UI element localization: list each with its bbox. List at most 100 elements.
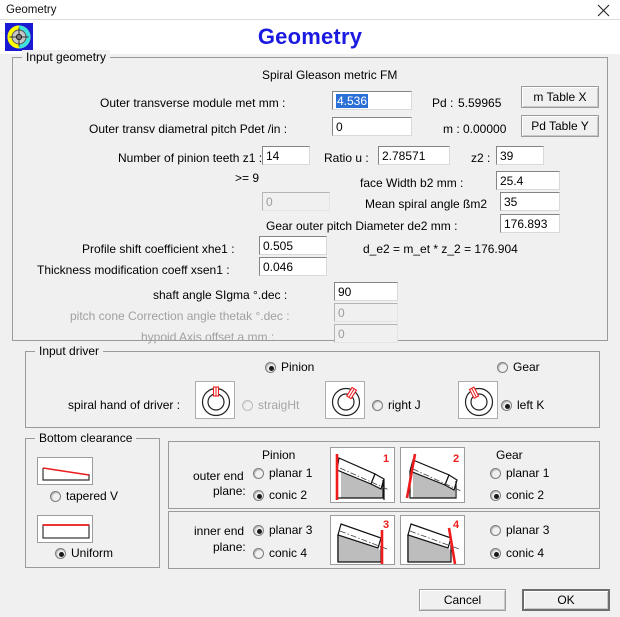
inner-gear-planar-radio[interactable]: planar 3 <box>490 523 549 537</box>
bottom-clearance-legend: Bottom clearance <box>35 431 137 445</box>
outer-gear-planar-label: planar 1 <box>506 466 550 480</box>
tapered-clearance-icon[interactable] <box>37 457 93 485</box>
ratio-input[interactable]: 2.78571 <box>378 146 450 165</box>
m-table-button[interactable]: m Table X <box>521 86 599 108</box>
bm2-input-value: 35 <box>504 194 518 209</box>
radio-dot <box>372 399 383 411</box>
outer-pinion-planar-label: planar 1 <box>269 466 313 480</box>
pd-table-button[interactable]: Pd Table Y <box>521 115 599 137</box>
gear-straight-icon[interactable] <box>195 381 235 419</box>
spiral-straight-label: straigHt <box>258 398 300 412</box>
pd-readout-label: Pd : <box>432 96 454 110</box>
m-readout-label: m : <box>443 122 460 136</box>
b2-input[interactable]: 25.4 <box>496 171 560 190</box>
bm2-input[interactable]: 35 <box>500 192 560 211</box>
ratio-input-value: 2.78571 <box>382 148 426 163</box>
sigma-label: shaft angle SIgma °.dec : <box>153 288 288 302</box>
input-geometry-legend: Input geometry <box>22 50 111 64</box>
inner-gear-conic-radio[interactable]: conic 4 <box>490 546 544 560</box>
inner-pinion-planar-radio[interactable]: planar 3 <box>253 523 312 537</box>
bm2-label: Mean spiral angle ßm2 <box>365 197 488 211</box>
outer-pinion-diagram[interactable]: 1 <box>330 447 395 503</box>
outer-row-label-2: plane: <box>213 484 246 498</box>
sigma-input[interactable]: 90 <box>334 282 398 301</box>
spiral-right-radio[interactable]: right J <box>372 398 421 412</box>
radio-dot <box>50 490 61 502</box>
inner-pinion-diagram-number: 3 <box>383 519 389 531</box>
close-button[interactable] <box>590 0 616 20</box>
outer-pinion-conic-radio[interactable]: conic 2 <box>253 488 307 502</box>
spiral-left-label: left K <box>517 398 545 412</box>
radio-dot <box>253 489 264 501</box>
xhe1-input[interactable]: 0.505 <box>259 236 327 255</box>
radio-dot <box>501 399 512 411</box>
de2-label: Gear outer pitch Diameter de2 mm : <box>266 219 458 233</box>
gear-right-hand-icon[interactable] <box>325 381 365 419</box>
radio-dot <box>490 489 501 501</box>
de2-formula: d_e2 = m_et * z_2 = 176.904 <box>363 242 518 256</box>
spiral-hand-label: spiral hand of driver : <box>68 398 181 412</box>
radio-dot <box>490 547 501 559</box>
ok-button[interactable]: OK <box>522 589 610 611</box>
window-title: Geometry <box>6 3 57 16</box>
outer-gear-diagram[interactable]: 2 <box>400 447 465 503</box>
spiral-right-label: right J <box>388 398 421 412</box>
gear-left-hand-icon[interactable] <box>458 381 498 419</box>
de2-input[interactable]: 176.893 <box>500 214 560 233</box>
clearance-uniform-radio[interactable]: Uniform <box>55 546 113 560</box>
sigma-input-value: 90 <box>338 284 352 299</box>
thetak-input-value: 0 <box>338 305 345 320</box>
thetak-input: 0 <box>334 303 398 322</box>
inner-gear-diagram-number: 4 <box>453 519 460 531</box>
driver-gear-radio[interactable]: Gear <box>497 360 540 374</box>
disabled-aux-value: 0 <box>266 194 273 209</box>
clearance-tapered-radio[interactable]: tapered V <box>50 489 118 503</box>
xsen1-input[interactable]: 0.046 <box>259 257 327 276</box>
z1-input-value: 14 <box>266 148 280 163</box>
radio-dot <box>55 547 66 559</box>
radio-dot <box>242 399 253 411</box>
met-input[interactable]: 4.536 <box>332 91 412 110</box>
b2-input-value: 25.4 <box>500 173 524 188</box>
pdet-input-value: 0 <box>336 119 343 134</box>
z1-input[interactable]: 14 <box>262 146 310 165</box>
outer-gear-planar-radio[interactable]: planar 1 <box>490 466 549 480</box>
outer-gear-conic-radio[interactable]: conic 2 <box>490 488 544 502</box>
outer-pinion-planar-radio[interactable]: planar 1 <box>253 466 312 480</box>
pdet-input[interactable]: 0 <box>332 117 412 136</box>
pdet-label: Outer transv diametral pitch Pdet /in : <box>89 122 288 136</box>
spiral-straight-radio[interactable]: straigHt <box>242 398 299 412</box>
radio-dot <box>497 361 508 373</box>
outer-gear-header: Gear <box>496 448 523 462</box>
radio-dot <box>253 467 264 479</box>
z2-input[interactable]: 39 <box>496 146 544 165</box>
xhe1-label: Profile shift coefficient xhe1 : <box>82 242 235 256</box>
radio-dot <box>490 467 501 479</box>
radio-dot <box>265 361 276 373</box>
inner-gear-diagram[interactable]: 4 <box>400 515 465 565</box>
window-titlebar: Geometry <box>0 0 620 20</box>
input-driver-legend: Input driver <box>35 344 104 358</box>
z1-label: Number of pinion teeth z1 : <box>118 151 263 165</box>
hypoid-input: 0 <box>334 324 398 343</box>
min-teeth-note: >= 9 <box>235 171 260 185</box>
inner-pinion-planar-label: planar 3 <box>269 523 313 537</box>
inner-pinion-diagram[interactable]: 3 <box>330 515 395 565</box>
de2-input-value: 176.893 <box>504 216 548 231</box>
inner-pinion-conic-radio[interactable]: conic 4 <box>253 546 307 560</box>
cancel-button[interactable]: Cancel <box>419 589 506 611</box>
uniform-clearance-icon[interactable] <box>37 515 93 543</box>
radio-dot <box>253 547 264 559</box>
geometry-subtitle: Spiral Gleason metric FM <box>262 68 398 82</box>
driver-pinion-radio[interactable]: Pinion <box>265 360 314 374</box>
z2-label: z2 : <box>471 151 491 165</box>
spiral-left-radio[interactable]: left K <box>501 398 544 412</box>
radio-dot <box>253 524 264 536</box>
outer-gear-conic-label: conic 2 <box>506 488 545 502</box>
pd-readout-value: 5.59965 <box>458 96 502 110</box>
inner-gear-conic-label: conic 4 <box>506 546 545 560</box>
driver-gear-label: Gear <box>513 360 540 374</box>
xhe1-input-value: 0.505 <box>263 238 294 253</box>
outer-pinion-header: Pinion <box>262 448 296 462</box>
driver-pinion-label: Pinion <box>281 360 315 374</box>
